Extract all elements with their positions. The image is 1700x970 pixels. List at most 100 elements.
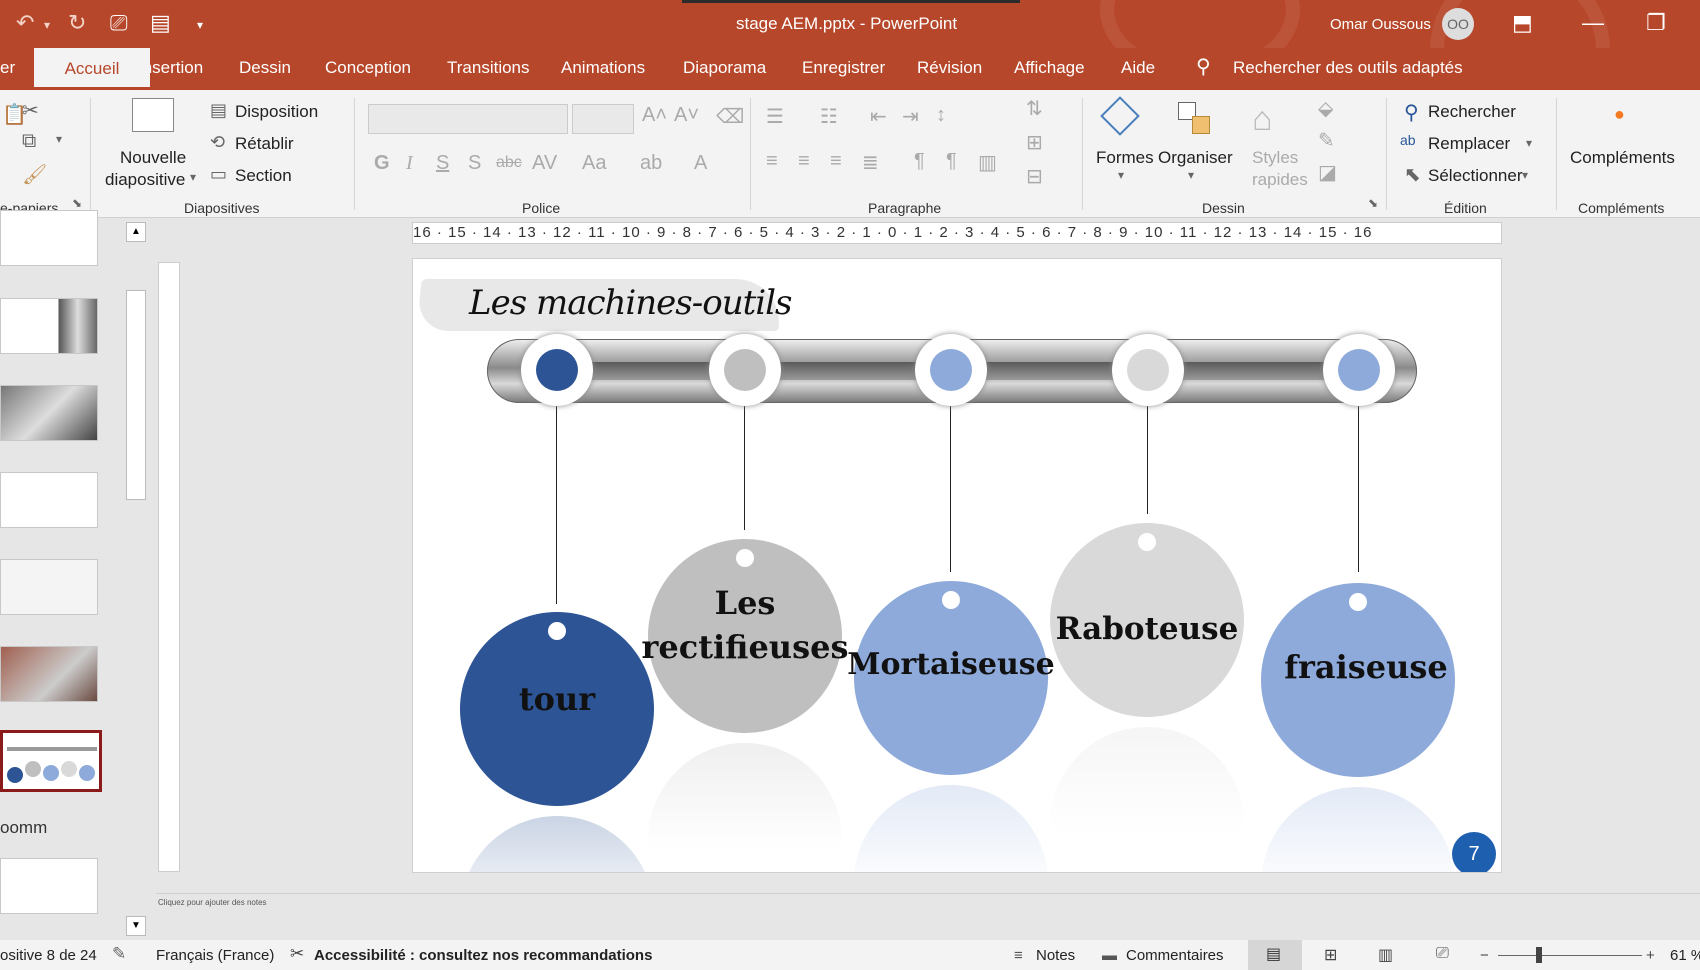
language-indicator[interactable]: Français (France) [156, 947, 274, 964]
tab-dessin[interactable]: Dessin [239, 58, 291, 78]
new-slide-button[interactable]: Nouvelle [120, 148, 186, 168]
replace-button[interactable]: Remplacer [1428, 134, 1510, 154]
tab-revision[interactable]: Révision [917, 58, 982, 78]
new-slide-button-line2[interactable]: diapositive [105, 170, 185, 190]
quick-access-icon[interactable]: ▤ [150, 10, 171, 36]
case-icon[interactable]: Aa [582, 152, 606, 175]
shadow-icon[interactable]: S [468, 152, 481, 175]
arrange-button[interactable]: Organiser [1158, 148, 1233, 168]
undo-dropdown-icon[interactable]: ▾ [44, 18, 50, 32]
zoom-out-icon[interactable]: − [1480, 947, 1489, 964]
select-button[interactable]: Sélectionner [1428, 166, 1523, 186]
select-dropdown-icon[interactable]: ▾ [1522, 168, 1528, 182]
line-spacing-icon[interactable]: ↕ [936, 104, 946, 127]
replace-dropdown-icon[interactable]: ▾ [1526, 136, 1532, 150]
find-button[interactable]: Rechercher [1428, 102, 1516, 122]
font-size-select[interactable] [572, 104, 634, 134]
justify-icon[interactable]: ≣ [862, 150, 879, 175]
tab-transitions[interactable]: Transitions [447, 58, 530, 78]
align-center-icon[interactable]: ≡ [798, 150, 810, 173]
numbering-icon[interactable]: ☷ [820, 104, 838, 129]
slide-canvas[interactable]: Les machines-outils tour Les rectifieuses… [412, 258, 1502, 873]
undo-icon[interactable]: ↶ [16, 10, 34, 36]
drawing-launcher-icon[interactable]: ⬊ [1368, 196, 1378, 210]
section-button[interactable]: Section [235, 166, 292, 186]
new-slide-dropdown-icon[interactable]: ▾ [190, 170, 196, 184]
customize-qat-icon[interactable]: ▾ [197, 18, 203, 32]
notes-pane[interactable]: Cliquez pour ajouter des notes [156, 893, 1700, 940]
clipboard-launcher-icon[interactable]: ⬊ [72, 196, 82, 210]
shapes-dropdown-icon[interactable]: ▾ [1118, 168, 1124, 182]
bullets-icon[interactable]: ☰ [766, 104, 784, 129]
view-reading-icon[interactable]: ▥ [1378, 945, 1393, 965]
tab-diaporama[interactable]: Diaporama [683, 58, 766, 78]
comments-button[interactable]: Commentaires [1126, 947, 1224, 964]
zoom-slider-thumb[interactable] [1536, 947, 1542, 963]
quick-styles-button-line2[interactable]: rapides [1252, 170, 1308, 190]
thumbnail-slide-3[interactable] [0, 298, 98, 354]
italic-icon[interactable]: I [406, 152, 413, 175]
tab-enregistrer[interactable]: Enregistrer [802, 58, 885, 78]
vertical-ruler[interactable] [158, 262, 180, 872]
thumbnails-scrollbar[interactable]: ▲ ▼ [124, 220, 148, 940]
minimize-icon[interactable]: — [1582, 10, 1604, 36]
thumbnail-slide-4[interactable] [0, 385, 98, 441]
underline-icon[interactable]: S [436, 152, 449, 175]
quick-styles-button[interactable]: Styles [1252, 148, 1298, 168]
ribbon-display-icon[interactable]: ⬒ [1512, 10, 1533, 36]
scroll-up-icon[interactable]: ▲ [126, 222, 146, 242]
tab-animations[interactable]: Animations [561, 58, 645, 78]
align-text-icon[interactable]: ⊞ [1026, 130, 1043, 155]
columns-icon[interactable]: ▥ [978, 150, 997, 175]
scroll-down-icon[interactable]: ▼ [126, 916, 146, 936]
decrease-indent-icon[interactable]: ⇤ [870, 104, 887, 129]
tab-accueil[interactable]: Accueil [34, 48, 150, 90]
view-sorter-icon[interactable]: ⊞ [1324, 945, 1337, 965]
horizontal-ruler[interactable]: 16 · 15 · 14 · 13 · 12 · 11 · 10 · 9 · 8… [412, 222, 1502, 244]
user-name[interactable]: Omar Oussous [1330, 16, 1431, 33]
tell-me-search[interactable]: Rechercher des outils adaptés [1233, 58, 1463, 78]
format-painter-icon[interactable]: 🖌 [22, 162, 47, 187]
ltr-icon[interactable]: ¶ [914, 150, 925, 173]
font-color-icon[interactable]: A [694, 152, 707, 175]
align-right-icon[interactable]: ≡ [830, 150, 842, 173]
font-family-select[interactable] [368, 104, 568, 134]
bold-icon[interactable]: G [374, 152, 390, 175]
copy-dropdown-icon[interactable]: ▾ [56, 132, 62, 146]
shape-outline-icon[interactable]: ✎ [1318, 128, 1335, 153]
thumbnail-slide-6[interactable] [0, 559, 98, 615]
new-slide-icon[interactable] [132, 98, 174, 132]
align-left-icon[interactable]: ≡ [766, 150, 778, 173]
scroll-thumb[interactable] [126, 290, 146, 500]
thumbnail-slide-7[interactable] [0, 646, 98, 702]
thumbnail-slide-8-selected[interactable] [0, 730, 102, 792]
view-normal-icon[interactable]: ▤ [1248, 940, 1302, 970]
restore-icon[interactable]: ❐ [1646, 10, 1666, 36]
zoom-in-icon[interactable]: + [1646, 947, 1655, 964]
section-name[interactable]: oomm [0, 818, 47, 838]
clear-format-icon[interactable]: ⌫ [716, 104, 744, 129]
shape-effects-icon[interactable]: ◪ [1318, 160, 1337, 185]
layout-button[interactable]: Disposition [235, 102, 318, 122]
thumbnail-slide-5[interactable] [0, 472, 98, 528]
increase-indent-icon[interactable]: ⇥ [902, 104, 919, 129]
thumbnail-slide-9[interactable] [0, 858, 98, 914]
shape-fill-icon[interactable]: ⬙ [1318, 96, 1333, 121]
strikethrough-icon[interactable]: abc [496, 154, 522, 172]
zoom-slider[interactable] [1498, 955, 1642, 956]
thumbnail-slide-2[interactable] [0, 210, 98, 266]
notes-button[interactable]: Notes [1036, 947, 1075, 964]
accessibility-status[interactable]: Accessibilité : consultez nos recommanda… [314, 947, 652, 964]
view-slideshow-icon[interactable]: ⎚ [1436, 945, 1449, 963]
text-direction-icon[interactable]: ⇅ [1026, 96, 1043, 121]
spelling-icon[interactable]: ✎ [112, 944, 126, 964]
smartart-icon[interactable]: ⊟ [1026, 164, 1043, 189]
tab-conception[interactable]: Conception [325, 58, 411, 78]
highlight-icon[interactable]: ab [640, 152, 662, 175]
grow-font-icon[interactable]: A˄ [642, 104, 667, 127]
copy-icon[interactable]: ⧉ [22, 130, 36, 153]
avatar[interactable]: OO [1442, 8, 1474, 40]
shrink-font-icon[interactable]: A˅ [674, 104, 699, 127]
tab-affichage[interactable]: Affichage [1014, 58, 1085, 78]
notes-placeholder[interactable]: Cliquez pour ajouter des notes [158, 898, 267, 907]
